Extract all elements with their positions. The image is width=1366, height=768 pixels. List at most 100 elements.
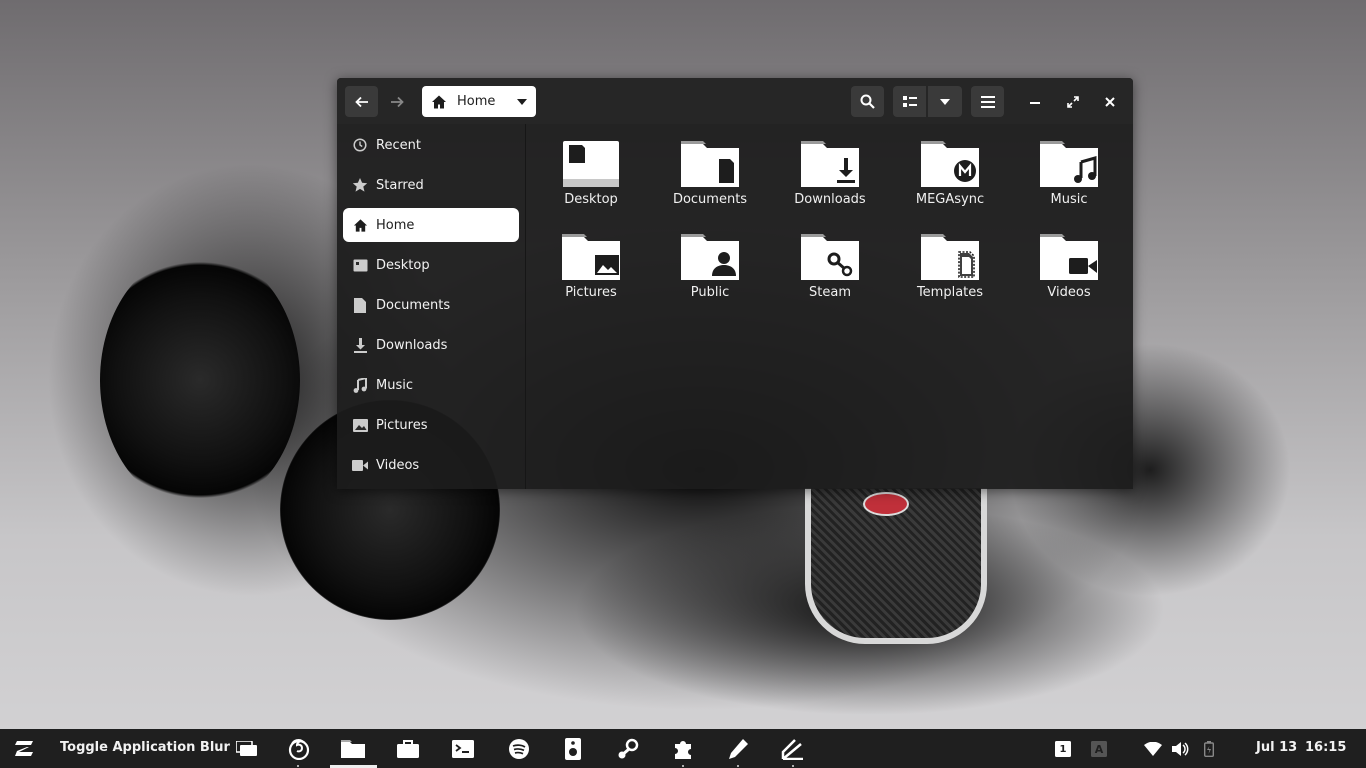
clock-time[interactable]: 16:15 (1305, 740, 1346, 755)
screenshot-tool-icon (781, 739, 803, 760)
music-icon (351, 376, 369, 394)
wifi-icon (1144, 742, 1162, 756)
sidebar-item-label: Starred (376, 177, 424, 193)
sidebar-item-label: Home (376, 217, 415, 233)
megasync-folder-icon (921, 141, 979, 187)
folder-label: Videos (1047, 285, 1091, 300)
pictures-folder-icon (562, 234, 620, 280)
taskbar-spotify-button[interactable] (507, 737, 531, 761)
clock-date[interactable]: Jul 13 (1256, 740, 1297, 755)
folder-music[interactable]: Music (1014, 140, 1124, 220)
sidebar-item-music[interactable]: Music (343, 368, 519, 402)
sidebar-item-videos[interactable]: Videos (343, 448, 519, 482)
taskbar-firefox-button[interactable] (287, 737, 311, 761)
view-mode-button[interactable] (893, 86, 926, 117)
desktop-icon (351, 256, 369, 274)
volume-indicator[interactable] (1169, 737, 1193, 761)
taskbar-steam-button[interactable] (616, 737, 640, 761)
folder-steam[interactable]: Steam (775, 233, 885, 313)
folder-pictures[interactable]: Pictures (536, 233, 646, 313)
maximize-button[interactable] (1061, 90, 1085, 114)
battery-icon (1204, 741, 1214, 757)
search-icon (860, 94, 875, 109)
video-icon (351, 456, 369, 474)
folder-label: Desktop (564, 192, 618, 207)
sidebar-item-label: Documents (376, 297, 451, 313)
wifi-indicator[interactable] (1141, 737, 1165, 761)
files-icon (341, 740, 365, 758)
sidebar-item-downloads[interactable]: Downloads (343, 328, 519, 362)
taskbar-terminal-button[interactable] (451, 737, 475, 761)
back-button[interactable] (345, 86, 378, 117)
active-app-title[interactable]: Toggle Application Blur (60, 740, 230, 755)
maximize-icon (1067, 96, 1079, 108)
folder-label: Public (690, 285, 730, 300)
search-button[interactable] (851, 86, 884, 117)
folder-label: Music (1050, 192, 1088, 207)
taskbar-editor-button[interactable] (726, 737, 750, 761)
folder-videos[interactable]: Videos (1014, 233, 1124, 313)
minimize-button[interactable] (1023, 90, 1047, 114)
taskbar-inkscape-button[interactable] (781, 737, 805, 761)
sidebar-item-documents[interactable]: Documents (343, 288, 519, 322)
folder-label: Documents (672, 192, 748, 207)
folder-desktop[interactable]: Desktop (536, 140, 646, 220)
home-icon (351, 216, 369, 234)
sidebar-item-starred[interactable]: Starred (343, 168, 519, 202)
workspace-indicator[interactable]: 1 (1051, 737, 1075, 761)
minimize-icon (1030, 102, 1040, 104)
chevron-down-icon[interactable] (516, 98, 528, 106)
folder-templates[interactable]: Templates (895, 233, 1005, 313)
public-folder-icon (681, 234, 739, 280)
file-manager-window: Home Recent Starred Home Desktop Documen… (337, 78, 1133, 489)
sidebar-item-label: Videos (376, 457, 420, 473)
keyboard-layout-indicator[interactable]: A (1087, 737, 1111, 761)
menu-button[interactable] (971, 86, 1004, 117)
app-menu-button[interactable] (12, 737, 36, 761)
speaker-icon (565, 738, 581, 760)
folder-label: Templates (916, 285, 984, 300)
music-folder-icon (1040, 141, 1098, 187)
sidebar-item-label: Recent (376, 137, 421, 153)
folder-documents[interactable]: Documents (655, 140, 765, 220)
document-icon (351, 296, 369, 314)
firefox-icon (288, 739, 310, 760)
taskbar-windows-button[interactable] (235, 737, 259, 761)
folder-downloads[interactable]: Downloads (775, 140, 885, 220)
folder-public[interactable]: Public (655, 233, 765, 313)
sidebar-item-home[interactable]: Home (343, 208, 519, 242)
folder-megasync[interactable]: MEGAsync (895, 140, 1005, 220)
close-button[interactable] (1098, 90, 1122, 114)
taskbar-audio-button[interactable] (561, 737, 585, 761)
arrow-right-icon (390, 96, 404, 107)
sidebar-item-pictures[interactable]: Pictures (343, 408, 519, 442)
view-options-button[interactable] (928, 86, 962, 117)
sidebar-item-desktop[interactable]: Desktop (343, 248, 519, 282)
templates-folder-icon (921, 234, 979, 280)
forward-button[interactable] (380, 86, 413, 117)
folder-label: Steam (809, 285, 851, 300)
keyboard-layout-label: A (1094, 742, 1104, 756)
running-indicator (682, 765, 684, 767)
sidebar-item-label: Pictures (376, 417, 428, 433)
taskbar-extensions-button[interactable] (671, 737, 695, 761)
folder-label: Pictures (565, 285, 617, 300)
sidebar-item-recent[interactable]: Recent (343, 128, 519, 162)
volume-icon (1172, 742, 1189, 756)
taskbar-files-button[interactable] (341, 737, 365, 761)
sidebar-item-label: Music (376, 377, 413, 393)
wallpaper-wheel-left (100, 250, 300, 510)
star-icon (351, 176, 369, 194)
download-icon (351, 336, 369, 354)
path-bar-home[interactable]: Home (422, 86, 536, 117)
taskbar-software-button[interactable] (396, 737, 420, 761)
workspace-number: 1 (1059, 743, 1067, 755)
battery-indicator[interactable] (1197, 737, 1221, 761)
running-indicator (737, 765, 739, 767)
zorin-logo-icon (15, 741, 33, 756)
close-icon (1105, 97, 1115, 107)
sidebar-item-label: Downloads (376, 337, 448, 353)
spotify-icon (509, 739, 529, 759)
picture-icon (351, 416, 369, 434)
folder-label: Downloads (794, 192, 866, 207)
